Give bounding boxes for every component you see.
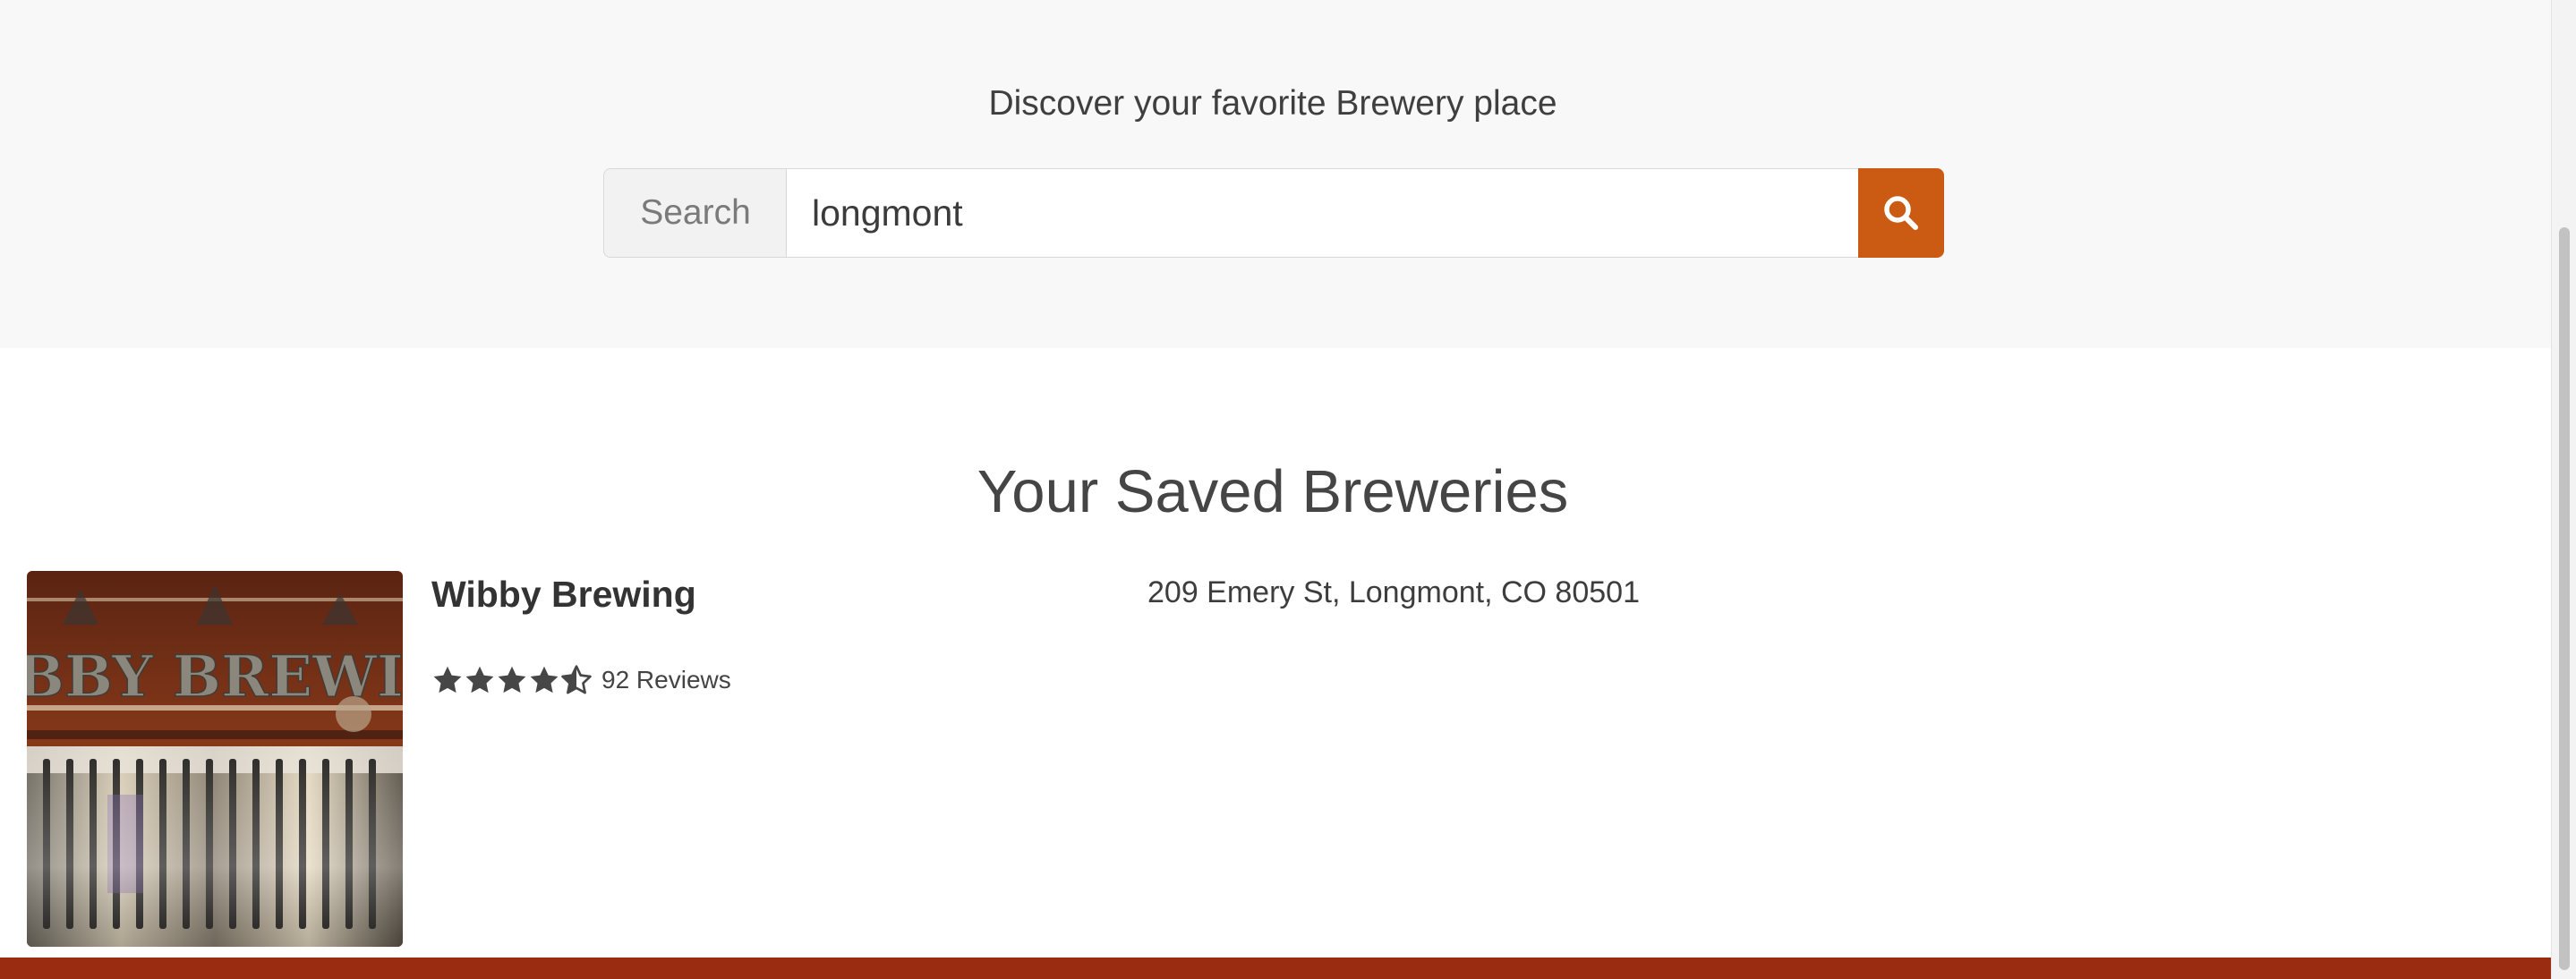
brewery-name[interactable]: Wibby Brewing bbox=[431, 569, 696, 619]
rating-row: 92 Reviews bbox=[431, 661, 731, 699]
star-full-icon bbox=[465, 666, 494, 694]
search-label: Search bbox=[603, 168, 787, 258]
star-full-icon bbox=[530, 666, 559, 694]
star-half-icon bbox=[561, 665, 592, 694]
scrollbar-thumb[interactable] bbox=[2559, 227, 2570, 970]
star-full-icon bbox=[498, 666, 526, 694]
search-icon bbox=[1881, 193, 1921, 233]
page: Discover your favorite Brewery place Sea… bbox=[0, 0, 2551, 979]
footer-bar bbox=[0, 958, 2551, 979]
saved-breweries-title: Your Saved Breweries bbox=[977, 458, 1569, 525]
vertical-scrollbar[interactable] bbox=[2551, 0, 2576, 979]
search-button[interactable] bbox=[1858, 168, 1944, 258]
search-group: Search bbox=[603, 168, 1944, 258]
brewery-address: 209 Emery St, Longmont, CO 80501 bbox=[1147, 575, 1640, 609]
brewery-image[interactable]: WIBBY BREWING bbox=[27, 571, 403, 947]
star-rating bbox=[431, 664, 593, 696]
hero-title: Discover your favorite Brewery place bbox=[988, 84, 1557, 123]
hero-section: Discover your favorite Brewery place Sea… bbox=[0, 0, 2551, 348]
star-full-icon bbox=[433, 666, 462, 694]
search-input[interactable] bbox=[786, 168, 1882, 258]
review-count: 92 Reviews bbox=[601, 666, 731, 694]
